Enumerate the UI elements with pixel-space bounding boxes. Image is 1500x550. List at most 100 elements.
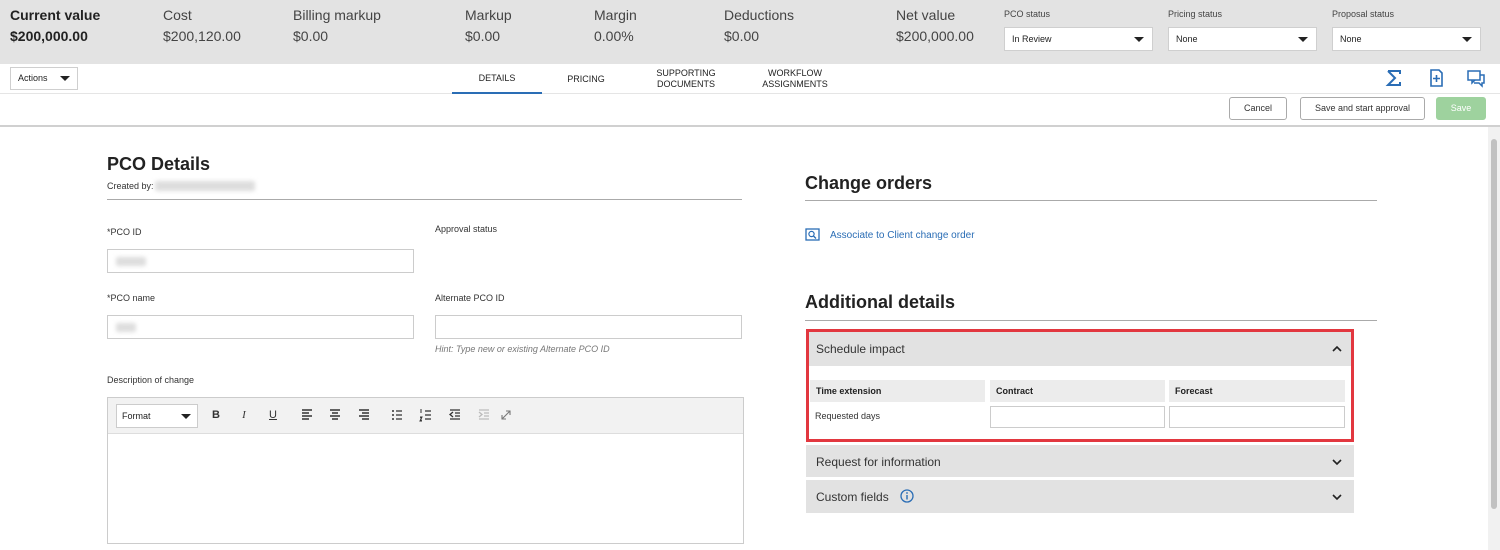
pco-name-field[interactable] xyxy=(107,315,414,339)
chevron-down-icon xyxy=(1332,494,1342,501)
align-right-icon[interactable] xyxy=(356,407,372,423)
bullet-list-icon[interactable] xyxy=(389,407,405,423)
metric-label: Billing markup xyxy=(293,7,381,23)
metric-value: $0.00 xyxy=(724,28,760,44)
schedule-impact-highlight xyxy=(806,329,1354,442)
associate-icon[interactable] xyxy=(805,228,820,241)
tab-pricing[interactable]: PRICING xyxy=(552,64,620,94)
pricing-status-group: Pricing status None xyxy=(1168,8,1317,51)
cancel-button[interactable]: Cancel xyxy=(1229,97,1287,120)
save-button[interactable]: Save xyxy=(1436,97,1486,120)
tab-details[interactable]: DETAILS xyxy=(452,64,542,94)
pco-id-field[interactable] xyxy=(107,249,414,273)
metric-value: $0.00 xyxy=(465,28,501,44)
metric-label: Cost xyxy=(163,7,192,23)
metric-net-value: Net value $200,000.00 xyxy=(896,6,974,45)
caret-down-icon xyxy=(181,414,191,419)
created-by-redacted xyxy=(155,181,255,191)
bold-icon[interactable]: B xyxy=(208,407,224,423)
metric-billing-markup: Billing markup $0.00 xyxy=(293,6,381,45)
underline-icon[interactable]: U xyxy=(265,407,281,423)
metric-value: 0.00% xyxy=(594,28,634,44)
description-label: Description of change xyxy=(107,375,195,385)
divider xyxy=(805,200,1377,201)
proposal-status-value: None xyxy=(1340,34,1362,44)
tab-label: SUPPORTING DOCUMENTS xyxy=(656,68,716,89)
outdent-icon[interactable] xyxy=(447,407,463,423)
metric-margin: Margin 0.00% xyxy=(594,6,637,45)
request-for-information-title: Request for information xyxy=(816,455,941,469)
request-for-information-header[interactable]: Request for information xyxy=(806,445,1354,477)
save-and-start-approval-button[interactable]: Save and start approval xyxy=(1300,97,1425,120)
metric-label: Markup xyxy=(465,7,512,23)
caret-down-icon xyxy=(60,76,70,81)
add-document-icon[interactable] xyxy=(1426,68,1446,88)
pco-status-label: PCO status xyxy=(1004,9,1051,19)
summary-bar: Current value $200,000.00 Cost $200,120.… xyxy=(0,0,1500,64)
pco-status-select[interactable]: In Review xyxy=(1004,27,1153,51)
scrollbar[interactable] xyxy=(1488,127,1500,550)
tab-label: DETAILS xyxy=(478,72,516,83)
metric-value: $0.00 xyxy=(293,28,329,44)
divider xyxy=(107,199,742,200)
custom-fields-header[interactable]: Custom fields xyxy=(806,480,1354,513)
metric-label: Margin xyxy=(594,7,637,23)
numbered-list-icon[interactable] xyxy=(418,407,434,423)
italic-icon[interactable]: I xyxy=(236,407,252,423)
caret-down-icon xyxy=(1462,37,1472,42)
info-icon[interactable] xyxy=(900,489,914,503)
pricing-status-label: Pricing status xyxy=(1168,9,1223,19)
pco-status-group: PCO status In Review xyxy=(1004,8,1153,51)
format-dropdown[interactable]: Format xyxy=(116,404,198,428)
indent-icon[interactable] xyxy=(476,407,492,423)
metric-markup: Markup $0.00 xyxy=(465,6,512,45)
pco-status-value: In Review xyxy=(1012,34,1052,44)
caret-down-icon xyxy=(1134,37,1144,42)
divider xyxy=(805,320,1377,321)
comments-icon[interactable] xyxy=(1466,68,1486,88)
pco-id-label: *PCO ID xyxy=(107,227,142,237)
pco-details-title: PCO Details xyxy=(107,154,211,174)
expand-icon[interactable] xyxy=(498,407,514,423)
proposal-status-select[interactable]: None xyxy=(1332,27,1481,51)
tab-supporting-documents[interactable]: SUPPORTING DOCUMENTS xyxy=(650,64,722,94)
alternate-pco-id-hint: Hint: Type new or existing Alternate PCO… xyxy=(435,344,610,354)
created-by-label: Created by: xyxy=(107,181,154,191)
pco-id-redacted xyxy=(116,257,146,266)
tab-label: PRICING xyxy=(567,73,605,84)
proposal-status-label: Proposal status xyxy=(1332,9,1395,19)
tab-workflow-assignments[interactable]: WORKFLOW ASSIGNMENTS xyxy=(760,64,830,94)
editor-toolbar: Format B I U xyxy=(108,398,743,434)
caret-down-icon xyxy=(1298,37,1308,42)
actions-label: Actions xyxy=(18,73,48,83)
format-label: Format xyxy=(122,411,151,421)
alternate-pco-id-field[interactable] xyxy=(435,315,742,339)
sigma-icon[interactable] xyxy=(1384,68,1404,88)
align-left-icon[interactable] xyxy=(299,407,315,423)
pricing-status-value: None xyxy=(1176,34,1198,44)
approval-status-label: Approval status xyxy=(435,224,498,234)
metric-deductions: Deductions $0.00 xyxy=(724,6,794,45)
additional-details-title: Additional details xyxy=(805,292,956,312)
metric-label: Net value xyxy=(896,7,956,23)
actions-dropdown[interactable]: Actions xyxy=(10,67,78,90)
metric-label: Deductions xyxy=(724,7,795,23)
description-editor: Format B I U xyxy=(107,397,744,544)
action-bar: Cancel Save and start approval Save xyxy=(0,94,1500,127)
tab-label: WORKFLOW ASSIGNMENTS xyxy=(762,68,828,89)
align-center-icon[interactable] xyxy=(327,407,343,423)
change-orders-title: Change orders xyxy=(805,173,933,193)
metric-value: $200,000.00 xyxy=(10,28,88,44)
proposal-status-group: Proposal status None xyxy=(1332,8,1481,51)
alternate-pco-id-label: Alternate PCO ID xyxy=(435,293,505,303)
scrollbar-thumb[interactable] xyxy=(1491,139,1497,509)
metric-value: $200,000.00 xyxy=(896,28,974,44)
metric-value: $200,120.00 xyxy=(163,28,241,44)
custom-fields-title: Custom fields xyxy=(816,490,889,504)
pco-name-redacted xyxy=(116,323,136,332)
chevron-down-icon xyxy=(1332,459,1342,466)
pco-name-label: *PCO name xyxy=(107,293,156,303)
associate-client-change-order-link[interactable]: Associate to Client change order xyxy=(830,230,975,241)
pricing-status-select[interactable]: None xyxy=(1168,27,1317,51)
metric-current-value: Current value $200,000.00 xyxy=(10,6,100,45)
